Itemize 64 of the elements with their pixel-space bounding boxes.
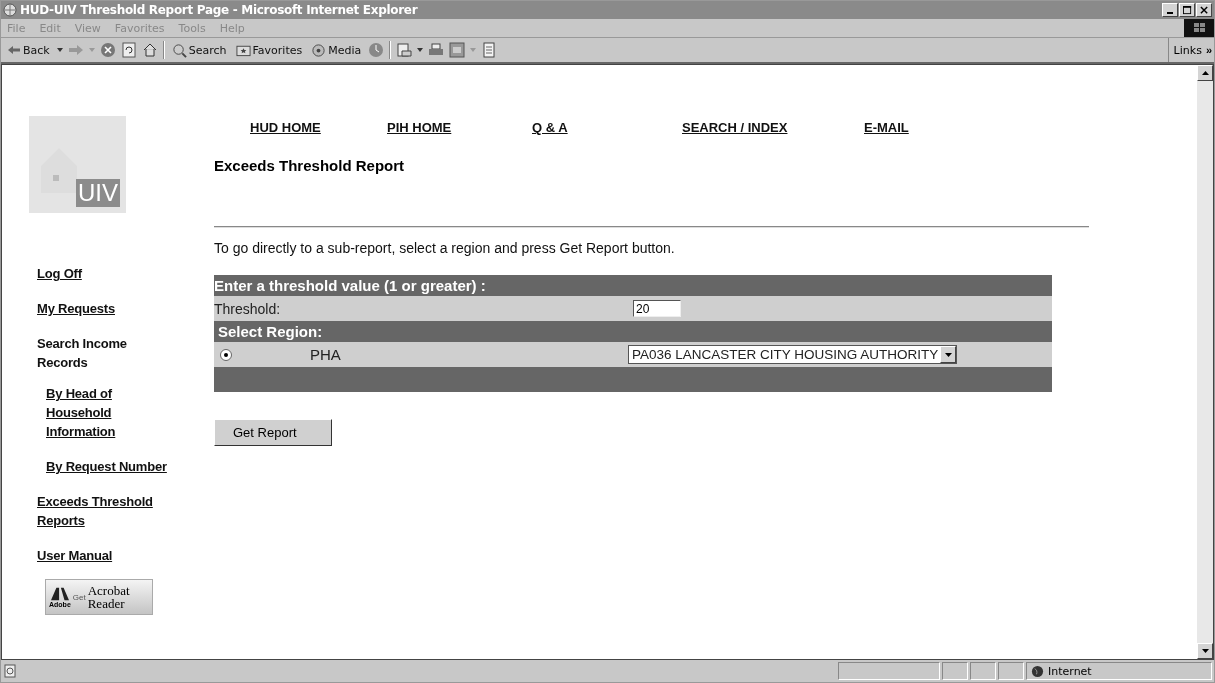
- region-select[interactable]: PA036 LANCASTER CITY HOUSING AUTHORITY: [628, 345, 958, 364]
- sidebar-link[interactable]: My Requests: [37, 299, 197, 318]
- mail-icon[interactable]: [396, 42, 413, 58]
- minimize-button[interactable]: [1162, 3, 1178, 17]
- scroll-down-icon: [1201, 649, 1209, 653]
- search-button[interactable]: Search: [169, 42, 229, 58]
- printer-icon[interactable]: [428, 42, 445, 58]
- back-arrow-icon: [7, 44, 21, 56]
- get-report-button[interactable]: Get Report: [214, 419, 332, 446]
- media-button[interactable]: Media: [309, 42, 364, 58]
- close-icon: [1199, 5, 1209, 15]
- sidebar-heading: Search Income Records: [37, 335, 128, 372]
- nav-link[interactable]: Q & A: [532, 120, 682, 135]
- home-icon[interactable]: [141, 42, 158, 58]
- form-section-header: Enter a threshold value (1 or greater) :: [214, 275, 1052, 296]
- page-icon: [3, 664, 17, 678]
- globe-icon: [1031, 664, 1044, 678]
- stop-icon[interactable]: [99, 42, 116, 58]
- sidebar-link[interactable]: By Head of Household Information: [46, 384, 156, 441]
- threshold-label: Threshold:: [214, 300, 282, 317]
- scroll-up-icon: [1201, 71, 1209, 75]
- refresh-icon[interactable]: [120, 42, 137, 58]
- sidebar-link[interactable]: By Request Number: [46, 457, 196, 476]
- nav-link[interactable]: E-MAIL: [864, 120, 909, 135]
- zone-label: Internet: [1048, 664, 1092, 678]
- search-icon: [171, 42, 187, 58]
- edit-icon[interactable]: [449, 42, 466, 58]
- status-panel: [970, 662, 996, 680]
- nav-link[interactable]: PIH HOME: [387, 120, 532, 135]
- dropdown-arrow-icon[interactable]: [56, 48, 63, 52]
- favorites-button[interactable]: Favorites: [233, 43, 305, 57]
- vertical-scrollbar[interactable]: [1197, 65, 1213, 659]
- dropdown-arrow-icon: [944, 352, 952, 357]
- adobe-logo-icon: [50, 586, 69, 601]
- region-label: PHA: [309, 346, 342, 363]
- status-panel: [998, 662, 1024, 680]
- minimize-icon: [1167, 11, 1173, 14]
- more-chevron[interactable]: »: [1205, 44, 1212, 56]
- back-button[interactable]: Back: [5, 43, 52, 57]
- sidebar-link[interactable]: User Manual: [37, 546, 197, 565]
- form-section-header: Select Region:: [214, 321, 1052, 342]
- page-heading: Exceeds Threshold Report: [214, 157, 406, 174]
- maximize-icon: [1182, 5, 1192, 15]
- nav-link[interactable]: HUD HOME: [250, 120, 387, 135]
- globe-icon: [3, 3, 17, 17]
- status-panel: [942, 662, 968, 680]
- acrobat-label: Acrobat: [87, 584, 130, 597]
- disc-icon: [311, 42, 327, 58]
- instruction-text: To go directly to a sub-report, select a region and press Get Report button.: [214, 240, 676, 256]
- logo-text: UIV: [76, 179, 120, 207]
- close-button[interactable]: [1196, 3, 1212, 17]
- threshold-input[interactable]: 20: [633, 300, 681, 317]
- sidebar-link[interactable]: Log Off: [37, 264, 197, 283]
- window-title: HUD-UIV Threshold Report Page - Microsoft Internet Explorer: [20, 3, 418, 17]
- document-icon[interactable]: [481, 42, 498, 58]
- maximize-button[interactable]: [1179, 3, 1195, 17]
- star-folder-icon: [235, 43, 251, 57]
- dropdown-arrow-icon[interactable]: [417, 48, 424, 52]
- links-label[interactable]: Links: [1173, 43, 1202, 57]
- nav-link[interactable]: SEARCH / INDEX: [682, 120, 864, 135]
- sidebar-link[interactable]: Exceeds Threshold Reports: [37, 492, 197, 530]
- radio-button[interactable]: [220, 348, 232, 361]
- get-label: Get: [72, 592, 86, 602]
- reader-label: Reader: [87, 597, 126, 610]
